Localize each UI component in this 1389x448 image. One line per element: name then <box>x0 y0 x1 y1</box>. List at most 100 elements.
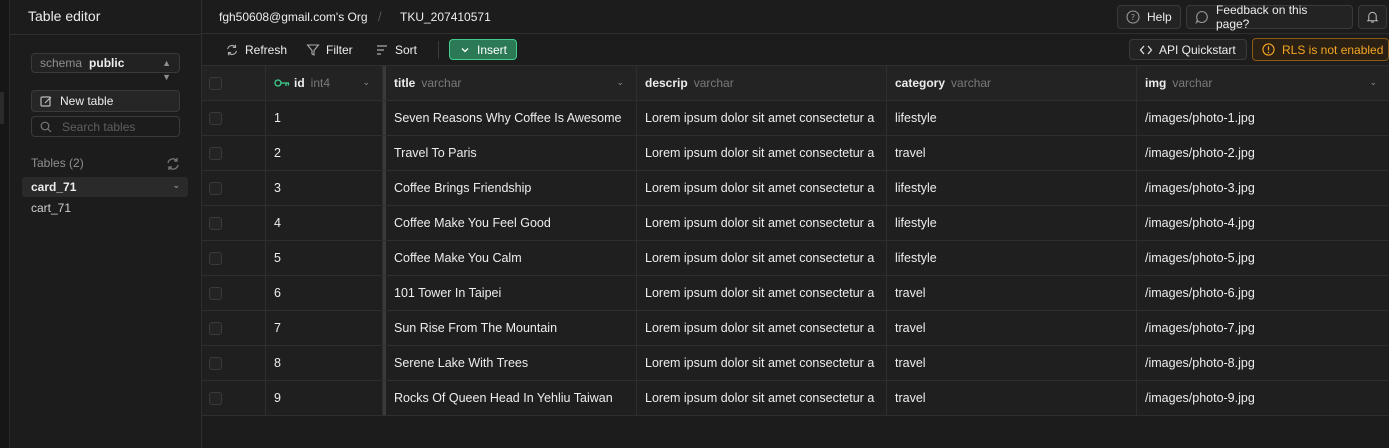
row-select-cell[interactable] <box>202 206 266 240</box>
help-button[interactable]: ? Help <box>1117 5 1181 29</box>
cell-img[interactable]: /images/photo-9.jpg <box>1137 381 1389 415</box>
cell-img[interactable]: /images/photo-6.jpg <box>1137 276 1389 310</box>
cell-title[interactable]: Rocks Of Queen Head In Yehliu Taiwan <box>383 381 637 415</box>
cell-img[interactable]: /images/photo-4.jpg <box>1137 206 1389 240</box>
table-row[interactable]: 3 Coffee Brings Friendship Lorem ipsum dol… <box>202 171 1389 206</box>
cell-descrip[interactable]: Lorem ipsum dolor sit amet consectetur a <box>637 171 887 205</box>
cell-id[interactable]: 3 <box>266 171 383 205</box>
row-select-cell[interactable] <box>202 381 266 415</box>
chevron-down-icon[interactable]: ⌄ <box>1369 77 1377 88</box>
select-all-checkbox[interactable] <box>209 76 222 90</box>
table-item-cart-71[interactable]: cart_71 <box>22 198 188 218</box>
row-select-cell[interactable] <box>202 136 266 170</box>
cell-descrip[interactable]: Lorem ipsum dolor sit amet consectetur a <box>637 136 887 170</box>
cell-title[interactable]: Seven Reasons Why Coffee Is Awesome <box>383 101 637 135</box>
cell-category[interactable]: lifestyle <box>887 241 1137 275</box>
row-checkbox[interactable] <box>209 181 222 195</box>
row-checkbox[interactable] <box>209 111 222 125</box>
feedback-button[interactable]: Feedback on this page? <box>1186 3 1353 31</box>
new-table-button[interactable]: New table <box>31 90 180 112</box>
cell-descrip[interactable]: Lorem ipsum dolor sit amet consectetur a <box>637 381 887 415</box>
api-quickstart-button[interactable]: API Quickstart <box>1129 39 1247 60</box>
cell-category[interactable]: travel <box>887 311 1137 345</box>
table-row[interactable]: 9 Rocks Of Queen Head In Yehliu Taiwan Lor… <box>202 381 1389 416</box>
cell-descrip[interactable]: Lorem ipsum dolor sit amet consectetur a <box>637 101 887 135</box>
cell-id[interactable]: 2 <box>266 136 383 170</box>
cell-category[interactable]: lifestyle <box>887 171 1137 205</box>
row-select-cell[interactable] <box>202 276 266 310</box>
column-header-descrip[interactable]: descrip varchar <box>637 66 887 100</box>
cell-id[interactable]: 1 <box>266 101 383 135</box>
cell-category[interactable]: travel <box>887 381 1137 415</box>
cell-id[interactable]: 9 <box>266 381 383 415</box>
cell-title[interactable]: 101 Tower In Taipei <box>383 276 637 310</box>
cell-descrip[interactable]: Lorem ipsum dolor sit amet consectetur a <box>637 241 887 275</box>
cell-title[interactable]: Coffee Make You Calm <box>383 241 637 275</box>
filter-button[interactable]: Filter <box>306 41 353 59</box>
column-header-category[interactable]: category varchar <box>887 66 1137 100</box>
cell-title[interactable]: Serene Lake With Trees <box>383 346 637 380</box>
row-select-cell[interactable] <box>202 311 266 345</box>
row-checkbox[interactable] <box>209 216 222 230</box>
notifications-button[interactable] <box>1358 5 1387 29</box>
chevron-down-icon[interactable]: ⌄ <box>362 77 370 88</box>
table-row[interactable]: 8 Serene Lake With Trees Lorem ipsum dolor… <box>202 346 1389 381</box>
row-select-cell[interactable] <box>202 346 266 380</box>
header-select-all[interactable] <box>202 66 266 100</box>
search-tables-input[interactable]: Search tables <box>31 116 180 137</box>
refresh-tables-icon[interactable] <box>165 156 181 172</box>
cell-title[interactable]: Coffee Brings Friendship <box>383 171 637 205</box>
cell-img[interactable]: /images/photo-2.jpg <box>1137 136 1389 170</box>
cell-title[interactable]: Travel To Paris <box>383 136 637 170</box>
cell-descrip[interactable]: Lorem ipsum dolor sit amet consectetur a <box>637 206 887 240</box>
cell-category[interactable]: travel <box>887 276 1137 310</box>
rls-warning-button[interactable]: RLS is not enabled <box>1252 38 1389 61</box>
chevron-down-icon[interactable]: ⌄ <box>616 77 624 88</box>
row-checkbox[interactable] <box>209 356 222 370</box>
cell-descrip[interactable]: Lorem ipsum dolor sit amet consectetur a <box>637 346 887 380</box>
schema-selector[interactable]: schema public ▲ ▼ <box>31 53 180 82</box>
table-row[interactable]: 4 Coffee Make You Feel Good Lorem ipsum do… <box>202 206 1389 241</box>
row-checkbox[interactable] <box>209 391 222 405</box>
table-row[interactable]: 2 Travel To Paris Lorem ipsum dolor sit am… <box>202 136 1389 171</box>
row-checkbox[interactable] <box>209 321 222 335</box>
cell-category[interactable]: travel <box>887 346 1137 380</box>
cell-descrip[interactable]: Lorem ipsum dolor sit amet consectetur a <box>637 276 887 310</box>
column-header-img[interactable]: img varchar ⌄ <box>1137 66 1389 100</box>
table-row[interactable]: 6 101 Tower In Taipei Lorem ipsum dolor si… <box>202 276 1389 311</box>
cell-title[interactable]: Sun Rise From The Mountain <box>383 311 637 345</box>
table-item-card-71[interactable]: card_71 ⌄ <box>22 177 188 197</box>
row-select-cell[interactable] <box>202 101 266 135</box>
table-row[interactable]: 1 Seven Reasons Why Coffee Is Awesome Lore… <box>202 101 1389 136</box>
breadcrumb-project[interactable]: TKU_207410571 <box>400 10 491 24</box>
row-select-cell[interactable] <box>202 171 266 205</box>
cell-img[interactable]: /images/photo-8.jpg <box>1137 346 1389 380</box>
row-checkbox[interactable] <box>209 146 222 160</box>
insert-button[interactable]: Insert <box>449 39 517 60</box>
sort-button[interactable]: Sort <box>375 41 417 59</box>
column-header-id[interactable]: id int4 ⌄ <box>266 66 383 100</box>
cell-category[interactable]: travel <box>887 136 1137 170</box>
cell-id[interactable]: 8 <box>266 346 383 380</box>
cell-descrip[interactable]: Lorem ipsum dolor sit amet consectetur a <box>637 311 887 345</box>
table-row[interactable]: 7 Sun Rise From The Mountain Lorem ipsum d… <box>202 311 1389 346</box>
cell-id[interactable]: 5 <box>266 241 383 275</box>
cell-title[interactable]: Coffee Make You Feel Good <box>383 206 637 240</box>
refresh-button[interactable]: Refresh <box>225 41 287 59</box>
row-checkbox[interactable] <box>209 286 222 300</box>
cell-img[interactable]: /images/photo-7.jpg <box>1137 311 1389 345</box>
breadcrumb-org[interactable]: fgh50608@gmail.com's Org <box>219 10 368 24</box>
cell-img[interactable]: /images/photo-5.jpg <box>1137 241 1389 275</box>
cell-category[interactable]: lifestyle <box>887 101 1137 135</box>
grid-header-row: id int4 ⌄ title varchar ⌄ descrip varcha… <box>202 66 1389 101</box>
table-row[interactable]: 5 Coffee Make You Calm Lorem ipsum dolor s… <box>202 241 1389 276</box>
cell-id[interactable]: 7 <box>266 311 383 345</box>
column-header-title[interactable]: title varchar ⌄ <box>383 66 637 100</box>
row-checkbox[interactable] <box>209 251 222 265</box>
row-select-cell[interactable] <box>202 241 266 275</box>
cell-img[interactable]: /images/photo-1.jpg <box>1137 101 1389 135</box>
cell-category[interactable]: lifestyle <box>887 206 1137 240</box>
cell-id[interactable]: 4 <box>266 206 383 240</box>
cell-img[interactable]: /images/photo-3.jpg <box>1137 171 1389 205</box>
cell-id[interactable]: 6 <box>266 276 383 310</box>
